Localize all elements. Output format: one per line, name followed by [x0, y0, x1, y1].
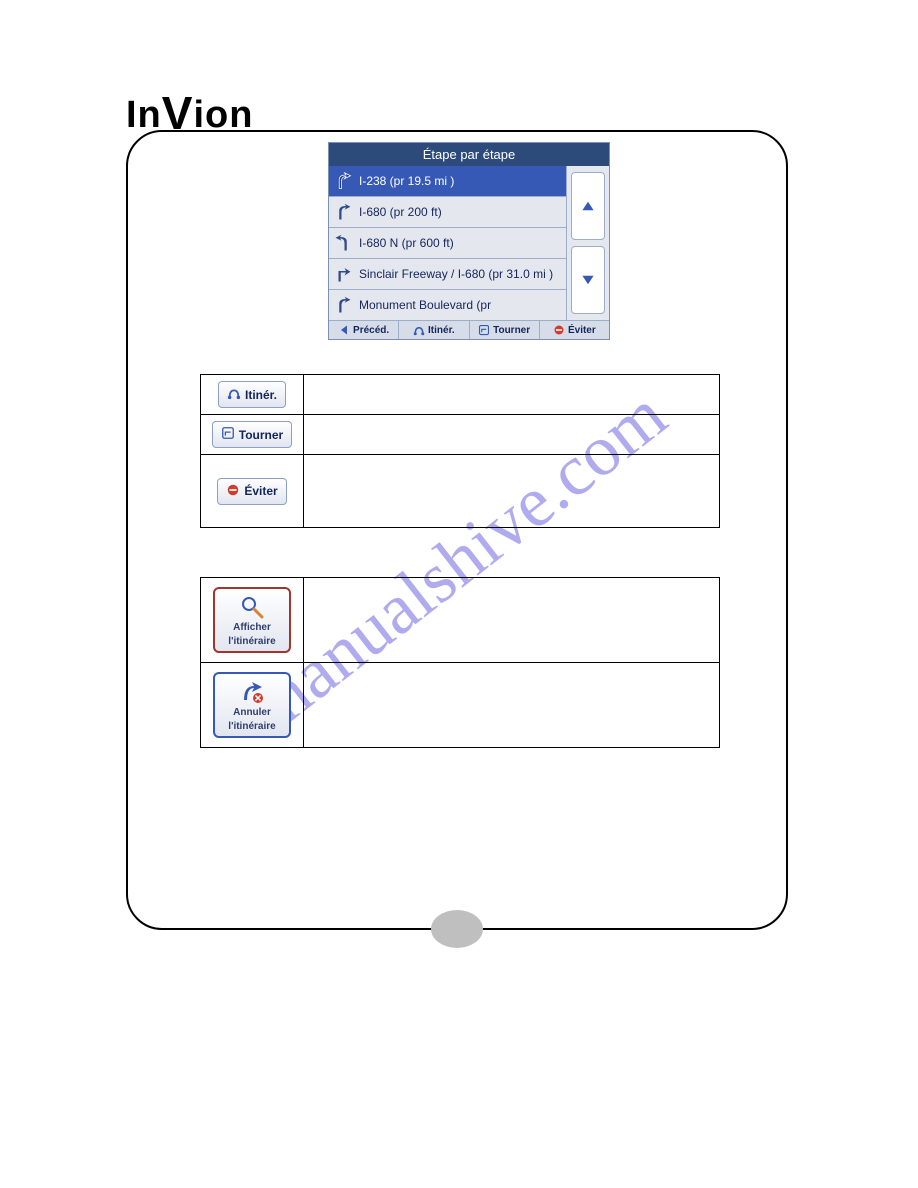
- button-cell: Annuler l'itinéraire: [201, 663, 304, 748]
- route-icon: [413, 324, 425, 336]
- merge-right-icon: [333, 202, 353, 222]
- gps-step-label: I-680 N (pr 600 ft): [359, 236, 454, 250]
- gps-step-item[interactable]: I-238 (pr 19.5 mi ): [329, 166, 566, 197]
- desc-cell: [304, 663, 720, 748]
- turn-right-icon: [333, 264, 353, 284]
- turn-icon: [221, 426, 235, 443]
- button-cell: Éviter: [201, 455, 304, 528]
- desc-cell: [304, 415, 720, 455]
- route-icon: [227, 386, 241, 403]
- gps-footer: Précéd. Itinér. Tourner Éviter: [329, 320, 609, 339]
- avoid-icon: [226, 483, 240, 500]
- turn-small-button[interactable]: Tourner: [212, 421, 292, 448]
- gps-route-button[interactable]: Itinér.: [399, 321, 469, 339]
- desc-cell: [304, 455, 720, 528]
- magnifier-icon: [240, 595, 264, 619]
- table-row: Afficher l'itinéraire: [201, 578, 720, 663]
- gps-step-label: Sinclair Freeway / I-680 (pr 31.0 mi ): [359, 267, 553, 281]
- cancel-route-icon: [240, 680, 264, 704]
- gps-scroll-column: [567, 166, 609, 320]
- gps-back-button[interactable]: Précéd.: [329, 321, 399, 339]
- frame-bottom-dot: [431, 910, 483, 948]
- gps-step-item[interactable]: Sinclair Freeway / I-680 (pr 31.0 mi ): [329, 259, 566, 290]
- arrow-down-icon: [581, 273, 595, 287]
- table-row: Tourner: [201, 415, 720, 455]
- table-row: Éviter: [201, 455, 720, 528]
- table-row: Annuler l'itinéraire: [201, 663, 720, 748]
- gps-step-label: I-238 (pr 19.5 mi ): [359, 174, 454, 188]
- scroll-up-button[interactable]: [571, 172, 605, 240]
- gps-step-item[interactable]: Monument Boulevard (pr: [329, 290, 566, 320]
- buttons-table-2: Afficher l'itinéraire Annuler l'itinérai…: [200, 577, 720, 748]
- desc-cell: [304, 578, 720, 663]
- gps-step-item[interactable]: I-680 (pr 200 ft): [329, 197, 566, 228]
- turn-icon: [478, 324, 490, 336]
- gps-step-list: I-238 (pr 19.5 mi ) I-680 (pr 200 ft) I-…: [329, 166, 567, 320]
- back-icon: [338, 324, 350, 336]
- scroll-down-button[interactable]: [571, 246, 605, 314]
- merge-right-icon: [333, 171, 353, 191]
- buttons-table-1: Itinér. Tourner Éviter: [200, 374, 720, 528]
- desc-cell: [304, 375, 720, 415]
- gps-step-label: I-680 (pr 200 ft): [359, 205, 442, 219]
- merge-right-icon: [333, 295, 353, 315]
- gps-step-item[interactable]: I-680 N (pr 600 ft): [329, 228, 566, 259]
- gps-step-label: Monument Boulevard (pr: [359, 298, 491, 312]
- avoid-small-button[interactable]: Éviter: [217, 478, 286, 505]
- bear-left-icon: [333, 233, 353, 253]
- button-cell: Afficher l'itinéraire: [201, 578, 304, 663]
- cancel-route-button[interactable]: Annuler l'itinéraire: [213, 672, 291, 738]
- route-small-button[interactable]: Itinér.: [218, 381, 286, 408]
- gps-body: I-238 (pr 19.5 mi ) I-680 (pr 200 ft) I-…: [329, 166, 609, 320]
- button-cell: Tourner: [201, 415, 304, 455]
- table-row: Itinér.: [201, 375, 720, 415]
- page-frame: manualshive.com Étape par étape I-238 (p…: [126, 130, 788, 930]
- gps-avoid-button[interactable]: Éviter: [540, 321, 609, 339]
- show-route-button[interactable]: Afficher l'itinéraire: [213, 587, 291, 653]
- gps-turn-button[interactable]: Tourner: [470, 321, 540, 339]
- gps-screenshot: Étape par étape I-238 (pr 19.5 mi ) I-68…: [328, 142, 610, 340]
- gps-title: Étape par étape: [329, 143, 609, 166]
- button-cell: Itinér.: [201, 375, 304, 415]
- avoid-icon: [553, 324, 565, 336]
- arrow-up-icon: [581, 199, 595, 213]
